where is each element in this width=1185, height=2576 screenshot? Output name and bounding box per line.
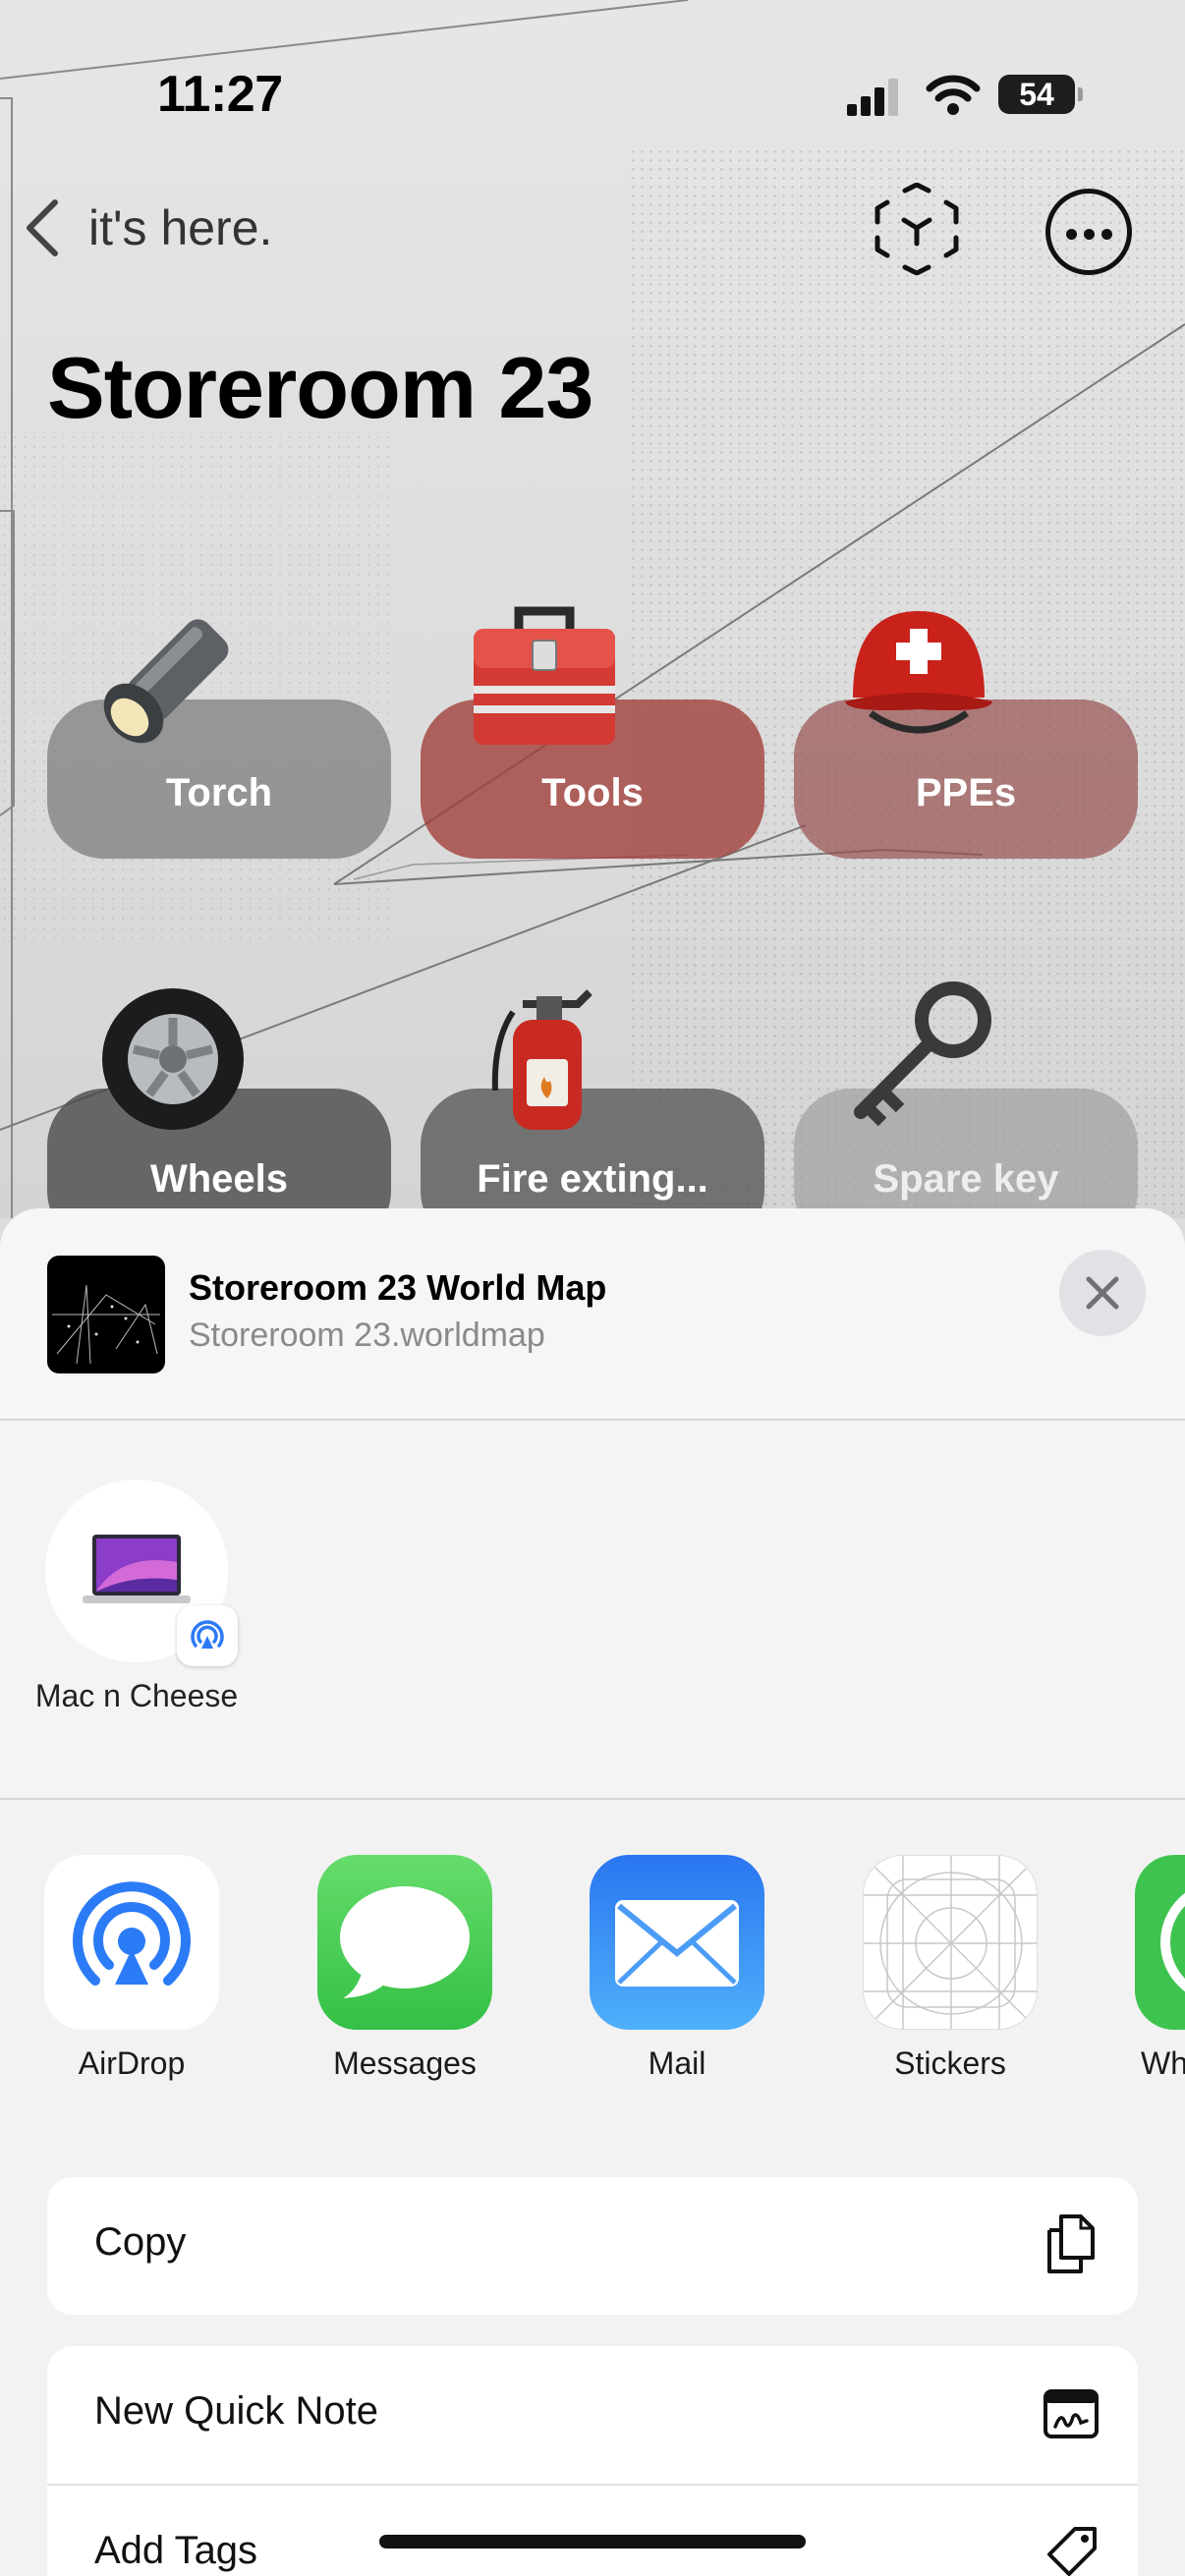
status-bar: 11:27 54	[0, 0, 1185, 187]
cellular-signal-icon	[847, 79, 898, 116]
toolbox-icon	[474, 606, 615, 745]
item-label: Spare key	[873, 1157, 1059, 1201]
macbook-icon	[83, 1535, 191, 1603]
whatsapp-app-icon	[1135, 1855, 1185, 2030]
app-name: Messages	[333, 2045, 477, 2081]
share-apps-row: AirDrop Messages Mail Stickers Wh	[0, 1800, 1185, 2085]
more-dot	[1084, 229, 1095, 240]
action-add-tags[interactable]: Add Tags	[47, 2484, 1138, 2576]
ar-cube-button[interactable]	[871, 183, 963, 275]
battery-indicator: 54	[998, 75, 1083, 114]
speech-bubble-icon	[340, 1886, 470, 1998]
action-new-quick-note[interactable]: New Quick Note	[47, 2346, 1138, 2484]
phone-bubble-icon	[1160, 1892, 1185, 1992]
wheel-icon	[102, 988, 244, 1130]
mail-app-icon	[590, 1855, 764, 2030]
share-sheet: Storeroom 23 World Map Storeroom 23.worl…	[0, 1208, 1185, 2576]
home-indicator[interactable]	[379, 2535, 806, 2548]
action-label: Add Tags	[94, 2529, 258, 2572]
app-name: Wh	[1141, 2045, 1185, 2081]
share-app-mail[interactable]: Mail	[579, 1855, 775, 2082]
share-app-whatsapp[interactable]: Wh	[1125, 1855, 1185, 2082]
rescue-helmet-icon	[845, 611, 992, 734]
file-title: Storeroom 23 World Map	[189, 1267, 607, 1308]
airdrop-device-mac-n-cheese[interactable]: Mac n Cheese	[24, 1480, 250, 1714]
action-copy[interactable]: Copy	[47, 2177, 1138, 2315]
airdrop-badge	[177, 1605, 238, 1666]
item-label: Wheels	[149, 1157, 289, 1201]
share-app-stickers[interactable]: Stickers	[852, 1855, 1048, 2082]
action-label: New Quick Note	[94, 2389, 378, 2433]
app-background: 11:27 54 it's here. Storeroom 23 Torch T…	[0, 0, 1185, 1218]
tag-icon	[1047, 2527, 1097, 2576]
item-label: PPEs	[915, 771, 1017, 814]
copy-icon	[1047, 2214, 1095, 2273]
messages-app-icon	[317, 1855, 492, 2030]
close-button[interactable]	[1059, 1250, 1146, 1336]
app-name: Stickers	[894, 2045, 1006, 2081]
airdrop-app-icon	[44, 1855, 219, 2030]
item-label: Torch	[165, 771, 273, 814]
fire-extinguisher-icon	[491, 989, 592, 1130]
airdrop-people-row: Mac n Cheese	[0, 1421, 1185, 1800]
old-key-icon	[854, 981, 991, 1127]
more-options-button[interactable]	[1045, 189, 1132, 275]
file-thumbnail	[47, 1256, 165, 1373]
app-name: AirDrop	[78, 2045, 186, 2081]
action-group-copy: Copy	[47, 2177, 1138, 2315]
wifi-icon	[926, 75, 981, 115]
airdrop-icon	[191, 1620, 224, 1649]
file-name: Storeroom 23.worldmap	[189, 1316, 545, 1354]
world-map-preview	[52, 1284, 160, 1365]
stickers-app-icon	[863, 1855, 1038, 2030]
app-name: Mail	[648, 2045, 706, 2081]
share-app-messages[interactable]: Messages	[307, 1855, 503, 2082]
device-name: Mac n Cheese	[34, 1678, 239, 1713]
back-label: it's here.	[88, 200, 273, 255]
airdrop-icon	[73, 1881, 191, 1986]
action-label: Copy	[94, 2220, 187, 2264]
more-dot	[1101, 229, 1112, 240]
item-label: Fire exting...	[477, 1157, 708, 1201]
flashlight-icon	[103, 619, 229, 744]
share-sheet-header: Storeroom 23 World Map Storeroom 23.worl…	[0, 1208, 1185, 1421]
page-title: Storeroom 23	[47, 339, 593, 436]
quick-note-icon	[1044, 2389, 1099, 2438]
item-label: Tools	[541, 771, 644, 814]
share-app-airdrop[interactable]: AirDrop	[33, 1855, 230, 2082]
device-avatar	[45, 1480, 238, 1666]
back-button[interactable]: it's here.	[22, 196, 272, 259]
chevron-left-icon	[27, 199, 58, 256]
icon-grid-template-icon	[864, 1856, 1037, 2029]
status-time: 11:27	[157, 66, 283, 123]
more-dot	[1066, 229, 1077, 240]
close-icon	[1086, 1276, 1119, 1310]
envelope-icon	[615, 1900, 739, 1987]
